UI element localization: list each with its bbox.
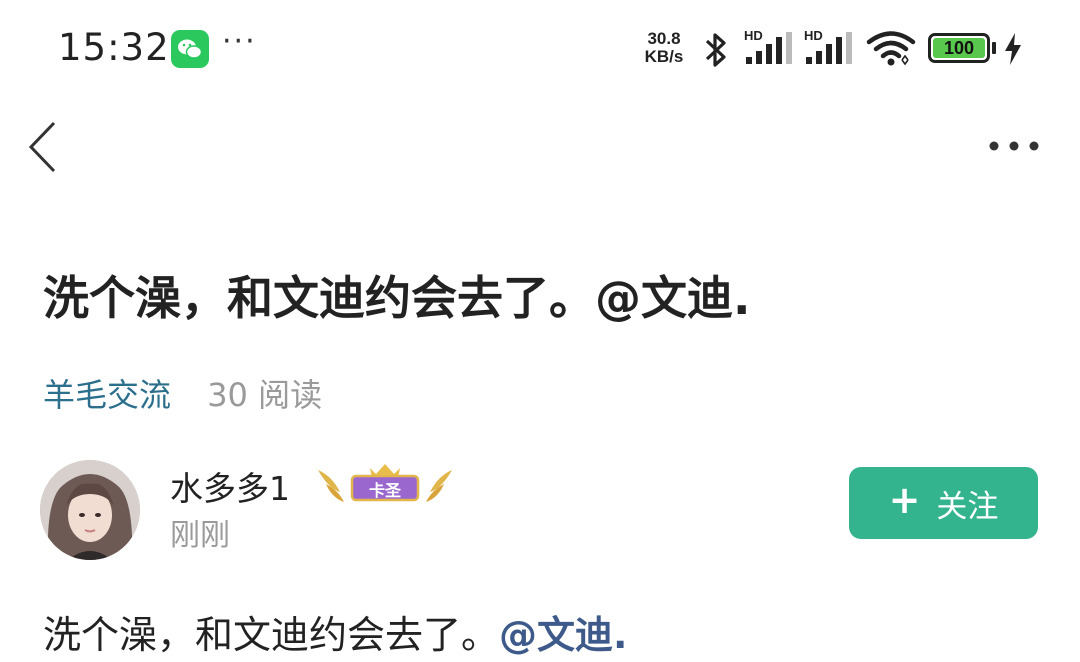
notification-more-icon: ···: [222, 24, 257, 59]
mention-link[interactable]: @文迪.: [499, 613, 627, 657]
more-menu-button[interactable]: [988, 138, 1040, 154]
charging-icon: [1005, 33, 1021, 65]
bluetooth-icon: [705, 33, 726, 67]
back-button[interactable]: [26, 120, 60, 174]
battery-icon: 100: [928, 33, 990, 63]
status-time: 15:32: [58, 26, 170, 69]
avatar-image: [40, 460, 140, 560]
chevron-left-icon: [28, 121, 56, 173]
battery-level: 100: [933, 38, 985, 58]
follow-button[interactable]: + 关注: [849, 467, 1038, 539]
signal-icon: HD: [804, 28, 854, 66]
network-speed-unit: KB/s: [644, 47, 684, 66]
post-meta: 羊毛交流 30 阅读: [43, 370, 322, 416]
battery-cap: [992, 42, 996, 54]
post-body: 洗个澡，和文迪约会去了。@文迪.: [43, 604, 627, 659]
post-body-text: 洗个澡，和文迪约会去了。: [43, 613, 500, 657]
signal-icon: HD: [744, 28, 794, 66]
network-speed-value: 30.8: [647, 29, 681, 48]
wifi-icon: [866, 31, 916, 66]
more-horizontal-icon: [989, 141, 1039, 151]
avatar[interactable]: [40, 460, 140, 560]
follow-label: 关注: [936, 488, 999, 525]
author-name[interactable]: 水多多1: [170, 462, 290, 510]
post-time: 刚刚: [170, 518, 230, 553]
level-badge-label: 卡圣: [368, 481, 401, 500]
status-bar: 15:32 ··· 30.8 KB/s HD HD 100: [0, 0, 1080, 96]
read-count: 30 阅读: [207, 376, 323, 414]
category-link[interactable]: 羊毛交流: [43, 376, 171, 414]
wechat-icon: [171, 30, 209, 68]
plus-icon: +: [888, 478, 921, 522]
post-title: 洗个澡，和文迪约会去了。@文迪.: [43, 271, 751, 325]
network-speed: 30.8 KB/s: [638, 30, 690, 66]
